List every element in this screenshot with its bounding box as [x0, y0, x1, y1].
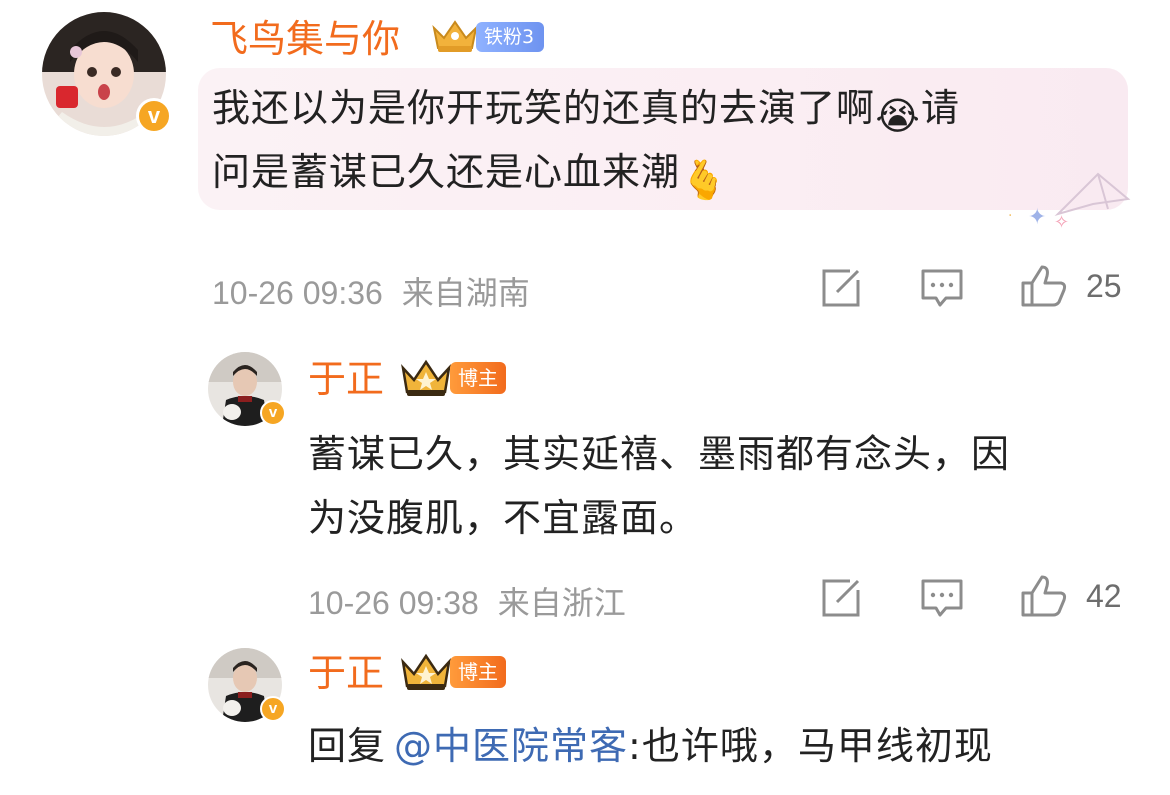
- mention-link[interactable]: @中医院常客: [394, 724, 628, 768]
- comment-text-line1: 我还以为是你开玩笑的还真的去演了啊: [212, 86, 876, 130]
- verified-badge-icon: v: [260, 696, 286, 722]
- reply-text-line1: 蓄谋已久，其实延禧、墨雨都有念头，因: [308, 432, 1011, 476]
- fan-crown-icon: [430, 16, 480, 54]
- crown-icon: [400, 652, 452, 692]
- comment-thread: v 飞鸟集与你 铁粉3 ✦ ✧ · 我还以为是你开玩笑的还真的去演了啊😭请 问是…: [0, 0, 1170, 795]
- edit-icon[interactable]: [820, 578, 862, 622]
- user-avatar-feiniao[interactable]: v: [42, 12, 172, 136]
- reply-meta: 10-26 09:38 来自浙江: [308, 578, 626, 624]
- comment-timestamp: 10-26 09:36: [212, 275, 383, 311]
- comment-icon[interactable]: [920, 578, 964, 624]
- thumbs-up-icon[interactable]: [1020, 574, 1068, 622]
- user-avatar-yuzheng[interactable]: v: [208, 648, 286, 722]
- crying-emoji-icon: 😭: [875, 94, 921, 138]
- blogger-badge: 博主: [450, 656, 506, 688]
- reply-text: 回复 @中医院常客:也许哦，马甲线初现: [308, 714, 1128, 778]
- fan-level-badge: 铁粉3: [476, 22, 545, 52]
- comment-meta: 10-26 09:36 来自湖南: [212, 268, 530, 314]
- svg-text:✧: ✧: [1054, 212, 1069, 233]
- like-count: 25: [1086, 268, 1122, 304]
- commenter-name[interactable]: 飞鸟集与你: [210, 16, 400, 62]
- thumbs-up-icon[interactable]: [1020, 264, 1068, 312]
- edit-icon[interactable]: [820, 268, 862, 312]
- reply-text: 蓄谋已久，其实延禧、墨雨都有念头，因 为没腹肌，不宜露面。: [308, 422, 1128, 550]
- reply-prefix: 回复: [308, 724, 387, 768]
- comment-text-line2: 问是蓄谋已久还是心血来潮: [212, 150, 681, 194]
- blogger-badge: 博主: [450, 362, 506, 394]
- crown-icon: [400, 358, 452, 398]
- comment-text: 我还以为是你开玩笑的还真的去演了啊😭请 问是蓄谋已久还是心血来潮🫰: [212, 76, 1112, 204]
- comment-text-line1-end: 请: [921, 86, 961, 130]
- user-avatar-yuzheng[interactable]: v: [208, 352, 286, 426]
- verified-badge-icon: v: [136, 98, 172, 134]
- reply-author-name[interactable]: 于正: [308, 650, 384, 696]
- finger-heart-emoji-icon: 🫰: [680, 158, 729, 202]
- verified-badge-icon: v: [260, 400, 286, 426]
- reply-timestamp: 10-26 09:38: [308, 585, 479, 621]
- like-count: 42: [1086, 578, 1122, 614]
- svg-text:✦: ✦: [1028, 205, 1046, 230]
- reply-author-name[interactable]: 于正: [308, 356, 384, 402]
- reply-body: :也许哦，马甲线初现: [628, 724, 993, 768]
- svg-text:·: ·: [1008, 208, 1012, 224]
- comment-location: 来自湖南: [401, 275, 530, 311]
- reply-location: 来自浙江: [497, 585, 626, 621]
- comment-icon[interactable]: [920, 268, 964, 314]
- reply-text-line2: 为没腹肌，不宜露面。: [308, 496, 699, 540]
